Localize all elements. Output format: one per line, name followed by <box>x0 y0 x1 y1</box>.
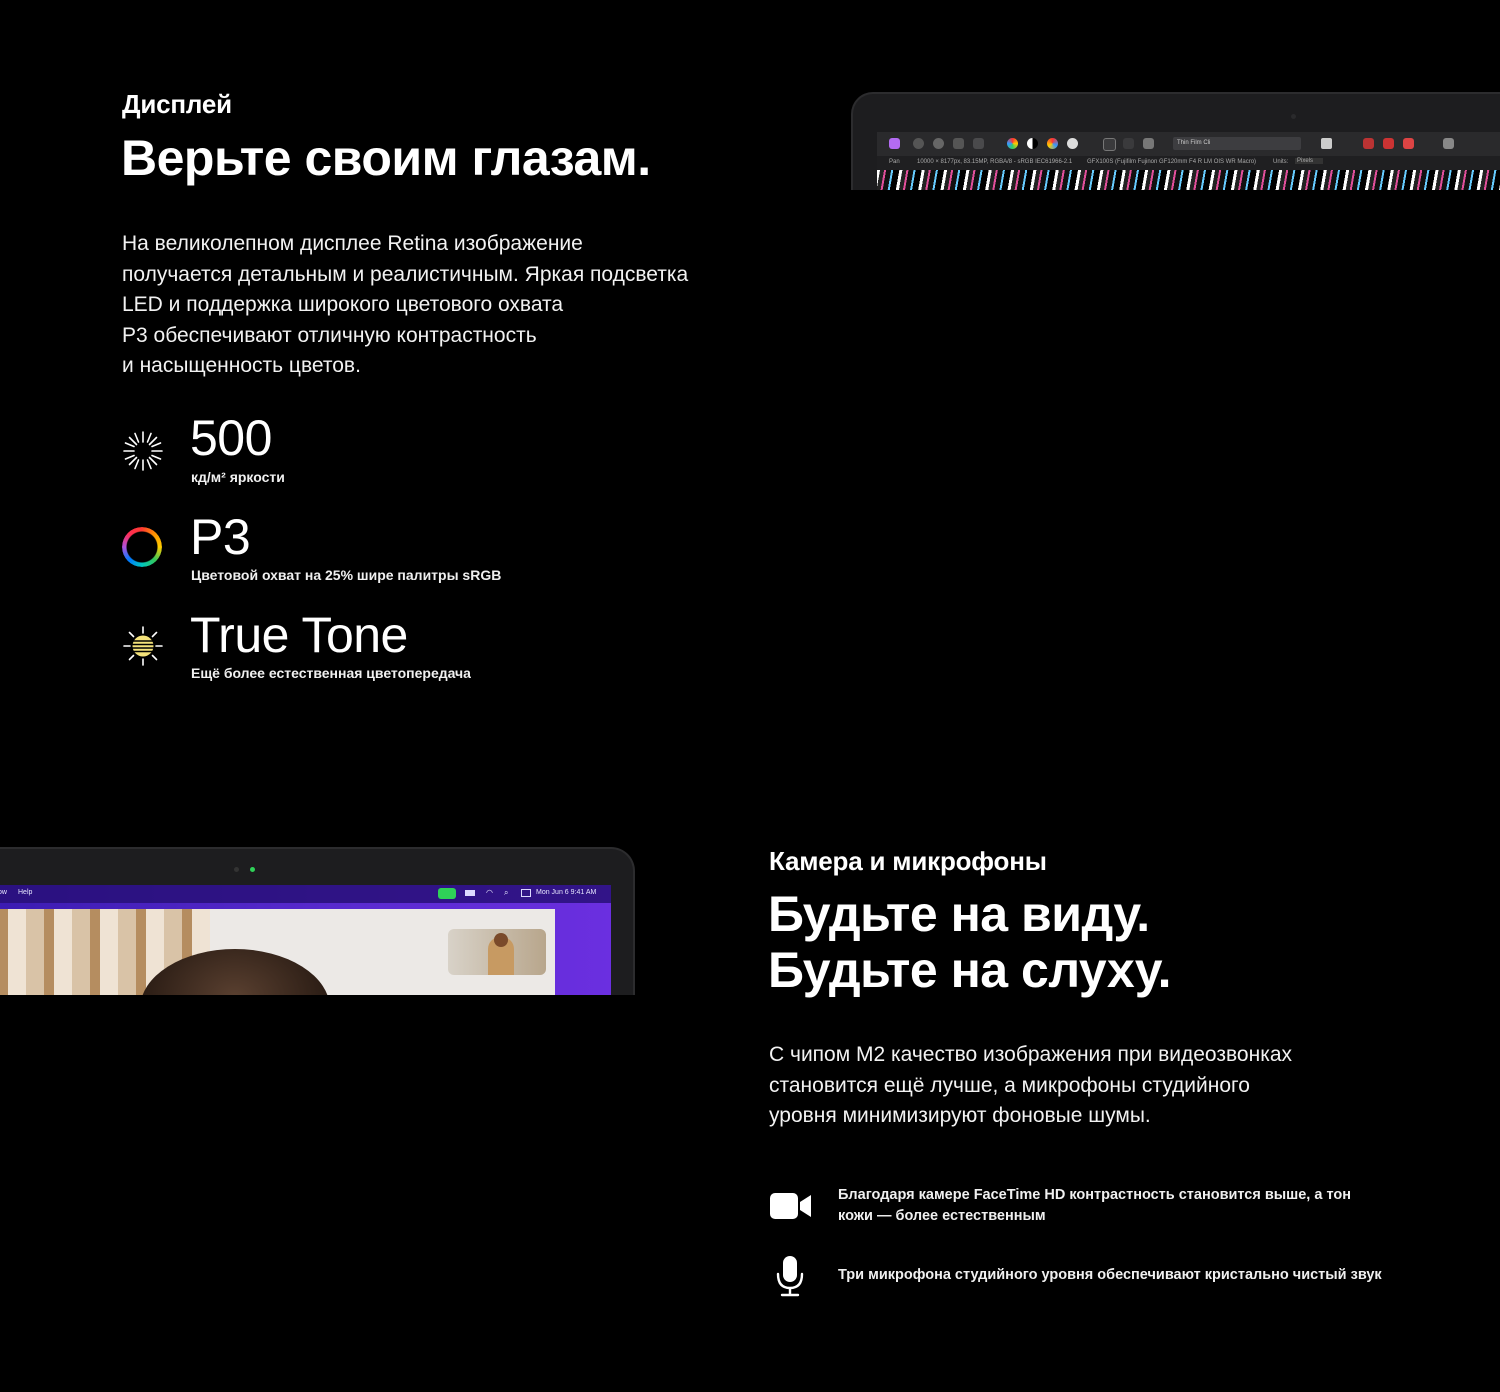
camera-dot <box>1291 114 1296 119</box>
persona-icon <box>913 138 924 149</box>
camera-body-line: становится ещё лучше, а микрофоны студий… <box>769 1073 1250 1097</box>
feature-camera-line: Благодаря камере FaceTime HD контрастнос… <box>838 1187 1351 1203</box>
search-icon[interactable]: ⌕ <box>504 888 508 898</box>
microphone-icon <box>776 1255 804 1302</box>
export-icon[interactable] <box>1443 138 1454 149</box>
facetime-window <box>0 909 555 995</box>
display-body-line: получается детальным и реалистичным. Ярк… <box>122 262 689 286</box>
view-icon[interactable] <box>1363 138 1374 149</box>
hsl-icon <box>1047 138 1058 149</box>
laptop-screen: ow Help ◠ ⌕ Mon Jun 6 9:41 AM <box>0 885 611 995</box>
camera-dot <box>234 867 239 872</box>
view-icon[interactable] <box>1383 138 1394 149</box>
display-body: На великолепном дисплее Retina изображен… <box>122 229 688 382</box>
battery-icon[interactable] <box>465 890 475 896</box>
wifi-icon[interactable]: ◠ <box>486 888 493 897</box>
camera-headline-line: Будьте на виду. <box>768 886 1150 942</box>
stat-value-true-tone: True Tone <box>190 607 408 663</box>
camera-body-line: С чипом M2 качество изображения при виде… <box>769 1043 1293 1066</box>
display-body-line: и насыщенность цветов. <box>122 354 361 377</box>
feature-microphone-text: Три микрофона студийного уровня обеспечи… <box>838 1267 1382 1283</box>
display-eyebrow: Дисплей <box>122 89 232 119</box>
menu-bar: ow Help ◠ ⌕ Mon Jun 6 9:41 AM <box>0 885 611 903</box>
self-view-thumbnail[interactable] <box>448 929 546 975</box>
display-headline: Верьте своим глазам. <box>121 130 651 186</box>
camera-headline: Будьте на виду. Будьте на слуху. <box>768 886 1172 998</box>
display-body-line: На великолепном дисплее Retina изображен… <box>122 232 583 255</box>
units-select[interactable]: Pixels <box>1295 158 1324 164</box>
display-body-line: P3 обеспечивают отличную контрастность <box>122 323 537 347</box>
stat-caption-p3: Цветовой охват на 25% шире палитры sRGB <box>191 567 502 583</box>
context-bar: Pan 10000 × 8177px, 83.15MP, RGBA/8 - sR… <box>877 156 1500 170</box>
feature-camera-line: кожи — более естественным <box>838 1208 1046 1224</box>
camera-body-line: уровня минимизируют фоновые шумы. <box>769 1104 1151 1127</box>
camera-body: С чипом M2 качество изображения при виде… <box>769 1040 1292 1132</box>
crop-icon[interactable] <box>1103 138 1116 151</box>
menu-clock: Mon Jun 6 9:41 AM <box>536 889 597 896</box>
lens-info: GFX100S (Fujifilm Fujinon GF120mm F4 R L… <box>1087 159 1257 165</box>
true-tone-icon <box>122 625 164 672</box>
control-center-icon[interactable] <box>521 889 531 897</box>
color-ring-icon <box>122 527 162 567</box>
camera-status-icon[interactable] <box>438 888 456 899</box>
stat-caption-true-tone: Ещё более естественная цветопередача <box>191 665 471 681</box>
camera-active-light <box>250 867 255 872</box>
persona-icon <box>933 138 944 149</box>
display-body-line: LED и поддержка широкого цветового охват… <box>122 293 564 316</box>
stat-value-p3: P3 <box>190 509 251 565</box>
units-label: Units: <box>1273 159 1289 165</box>
share-icon <box>973 138 984 149</box>
photo-canvas <box>877 170 1500 190</box>
color-wheel-icon <box>1007 138 1018 149</box>
laptop-facetime-image: ow Help ◠ ⌕ Mon Jun 6 9:41 AM <box>0 847 635 995</box>
laptop-display-image: Thin Film Cli Pan 10000 × 8177px, 83.15M… <box>851 92 1500 190</box>
search-field[interactable]: Thin Film Cli <box>1173 137 1301 150</box>
menu-item[interactable]: ow <box>0 889 7 896</box>
persona-icon <box>953 138 964 149</box>
feature-camera-text: Благодаря камере FaceTime HD контрастнос… <box>838 1185 1351 1227</box>
context-tool-label: Pan <box>889 159 900 165</box>
document-info: 10000 × 8177px, 83.15MP, RGBA/8 - sRGB I… <box>917 159 1073 165</box>
tool-icon[interactable] <box>1123 138 1134 149</box>
app-toolbar: Thin Film Cli <box>877 132 1500 157</box>
contrast-icon <box>1027 138 1038 149</box>
laptop-screen: Thin Film Cli Pan 10000 × 8177px, 83.15M… <box>877 132 1500 190</box>
app-logo-icon <box>889 138 900 149</box>
view-icon[interactable] <box>1403 138 1414 149</box>
white-balance-icon <box>1067 138 1078 149</box>
brightness-icon <box>122 430 164 477</box>
self-view-head <box>494 933 508 947</box>
camera-eyebrow: Камера и микрофоны <box>769 846 1047 876</box>
menu-item-help[interactable]: Help <box>18 889 32 896</box>
tool-icon[interactable] <box>1143 138 1154 149</box>
stat-caption-brightness: кд/м² яркости <box>191 469 285 485</box>
stat-value-brightness: 500 <box>190 410 272 466</box>
view-icon[interactable] <box>1321 138 1332 149</box>
video-camera-icon <box>770 1192 812 1225</box>
camera-headline-line: Будьте на слуху. <box>768 942 1172 998</box>
